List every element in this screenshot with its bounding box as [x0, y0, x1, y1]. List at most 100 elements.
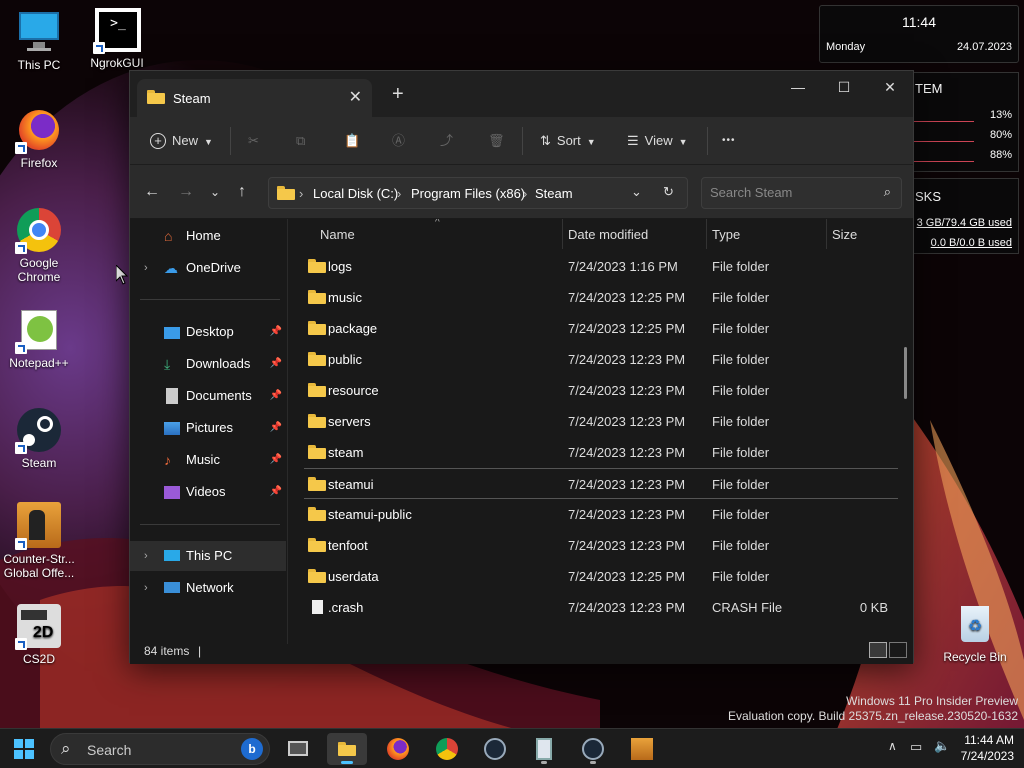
desktop-icon-firefox[interactable]: Firefox: [0, 106, 78, 170]
desktop-icon-csgo[interactable]: Counter-Str... Global Offe...: [0, 502, 78, 580]
close-tab-icon[interactable]: ✕: [349, 87, 362, 107]
column-header-name[interactable]: Name: [320, 227, 355, 242]
home-icon: ⌂: [164, 228, 173, 244]
delete-button[interactable]: 🗑: [488, 129, 505, 153]
up-button[interactable]: ↑: [238, 183, 246, 201]
address-bar[interactable]: › Local Disk (C:) › Program Files (x86) …: [268, 177, 688, 209]
back-button[interactable]: ←: [144, 183, 160, 201]
share-button[interactable]: ⤴: [440, 129, 453, 153]
taskbar-chrome[interactable]: [427, 733, 467, 765]
column-divider[interactable]: [706, 219, 707, 249]
recent-locations-button[interactable]: ⌄: [210, 185, 220, 199]
show-hidden-icons-icon[interactable]: ∧: [888, 739, 897, 753]
view-button[interactable]: ☰ View ▼: [627, 129, 688, 153]
details-view-button[interactable]: [869, 642, 887, 658]
file-row[interactable]: logs 7/24/2023 1:16 PM File folder: [304, 251, 898, 282]
command-bar: + New ▼ ✂ ⧉ 📋 Ⓐ ⤴ 🗑 ⇅ Sort ▼ ☰ View ▼ •••: [130, 117, 913, 165]
file-row[interactable]: servers 7/24/2023 12:23 PM File folder: [304, 406, 898, 437]
file-row[interactable]: package 7/24/2023 12:25 PM File folder: [304, 313, 898, 344]
search-box[interactable]: ⌕: [701, 177, 902, 209]
forward-button[interactable]: →: [178, 183, 194, 201]
nav-item-videos[interactable]: Videos 📌: [130, 477, 286, 507]
breadcrumb-program-files[interactable]: Program Files (x86): [411, 186, 525, 201]
minimize-button[interactable]: —: [775, 71, 821, 103]
refresh-icon[interactable]: ↻: [663, 184, 674, 200]
title-bar[interactable]: Steam ✕ + — ☐ ✕: [130, 71, 913, 117]
nav-item-label: Music: [186, 452, 220, 467]
desktop-icon-steam[interactable]: Steam: [0, 406, 78, 470]
expand-chevron-icon[interactable]: ›: [144, 253, 148, 283]
expand-chevron-icon[interactable]: ›: [144, 541, 148, 571]
start-button[interactable]: [4, 733, 44, 765]
search-input[interactable]: [710, 185, 870, 200]
maximize-button[interactable]: ☐: [821, 71, 867, 103]
column-header-type[interactable]: Type: [712, 227, 740, 242]
taskbar-steam-running[interactable]: [573, 733, 613, 765]
new-button[interactable]: + New ▼: [150, 129, 213, 153]
taskbar-steam[interactable]: [475, 733, 515, 765]
column-header-size[interactable]: Size: [832, 227, 857, 242]
file-name: steamui: [328, 477, 374, 492]
nav-item-documents[interactable]: Documents 📌: [130, 381, 286, 411]
cut-button[interactable]: ✂: [248, 129, 259, 153]
file-explorer-icon: [338, 742, 356, 756]
file-type: File folder: [712, 290, 770, 305]
desktop-icon-recycle-bin[interactable]: ♻ Recycle Bin: [936, 600, 1014, 664]
taskbar-search[interactable]: ⌕ Search b: [50, 733, 270, 765]
file-row[interactable]: resource 7/24/2023 12:23 PM File folder: [304, 375, 898, 406]
file-row[interactable]: userdata 7/24/2023 12:25 PM File folder: [304, 561, 898, 592]
document-icon: [166, 388, 178, 404]
nav-item-music[interactable]: ♪ Music 📌: [130, 445, 286, 475]
volume-icon[interactable]: 🔈: [934, 738, 950, 754]
file-icon: [312, 600, 323, 614]
taskbar-clock[interactable]: 11:44 AM 7/24/2023: [958, 732, 1014, 764]
copy-button[interactable]: ⧉: [296, 129, 305, 153]
new-tab-button[interactable]: +: [392, 83, 404, 106]
desktop-icon-cs2d[interactable]: 2D CS2D: [0, 602, 78, 666]
taskbar-firefox[interactable]: [378, 733, 418, 765]
more-options-button[interactable]: •••: [722, 129, 736, 153]
nav-item-pictures[interactable]: Pictures 📌: [130, 413, 286, 443]
column-divider[interactable]: [562, 219, 563, 249]
net-usage: 0.0 B/0.0 B used: [930, 237, 1012, 249]
tiles-view-button[interactable]: [889, 642, 907, 658]
breadcrumb-steam[interactable]: Steam: [535, 186, 573, 201]
taskbar-app[interactable]: [524, 733, 564, 765]
expand-chevron-icon[interactable]: ›: [144, 573, 148, 603]
folder-icon: [147, 90, 165, 104]
nav-item-downloads[interactable]: ⤓ Downloads 📌: [130, 349, 286, 379]
taskbar-csgo[interactable]: [622, 733, 662, 765]
tab-steam[interactable]: Steam ✕: [137, 79, 372, 117]
desktop-icon-chrome[interactable]: Google Chrome: [0, 206, 78, 284]
status-bar: 84 items |: [130, 642, 913, 664]
file-row[interactable]: public 7/24/2023 12:23 PM File folder: [304, 344, 898, 375]
nav-item-home[interactable]: ⌂ Home: [130, 221, 286, 251]
desktop-icon-ngrokgui[interactable]: >_ NgrokGUI: [78, 6, 156, 70]
nav-item-network[interactable]: › Network: [130, 573, 286, 603]
column-header-date[interactable]: Date modified: [568, 227, 648, 242]
nav-item-desktop[interactable]: Desktop 📌: [130, 317, 286, 347]
sort-button[interactable]: ⇅ Sort ▼: [540, 129, 596, 153]
vertical-scrollbar[interactable]: [904, 347, 907, 399]
nav-item-this-pc[interactable]: › This PC: [130, 541, 286, 571]
file-type: File folder: [712, 414, 770, 429]
task-view-button[interactable]: [278, 733, 318, 765]
file-row[interactable]: steamui 7/24/2023 12:23 PM File folder: [304, 468, 898, 499]
taskbar-file-explorer[interactable]: [327, 733, 367, 765]
address-history-chevron-icon[interactable]: ⌄: [631, 184, 642, 200]
paste-button[interactable]: 📋: [344, 129, 360, 153]
close-window-button[interactable]: ✕: [867, 71, 913, 103]
nav-item-onedrive[interactable]: › ☁ OneDrive: [130, 253, 286, 283]
rename-button[interactable]: Ⓐ: [392, 129, 405, 153]
file-row[interactable]: steam 7/24/2023 12:23 PM File folder: [304, 437, 898, 468]
chrome-icon: [15, 206, 63, 254]
desktop-icon-this-pc[interactable]: This PC: [0, 8, 78, 72]
file-row[interactable]: steamui-public 7/24/2023 12:23 PM File fol…: [304, 499, 898, 530]
breadcrumb-local-disk[interactable]: Local Disk (C:): [313, 186, 398, 201]
file-row[interactable]: .crash 7/24/2023 12:23 PM CRASH File 0 KB: [304, 592, 898, 623]
desktop-icon-notepadpp[interactable]: Notepad++: [0, 306, 78, 370]
column-divider[interactable]: [826, 219, 827, 249]
file-row[interactable]: tenfoot 7/24/2023 12:23 PM File folder: [304, 530, 898, 561]
network-icon[interactable]: ▭: [910, 739, 922, 755]
file-row[interactable]: music 7/24/2023 12:25 PM File folder: [304, 282, 898, 313]
